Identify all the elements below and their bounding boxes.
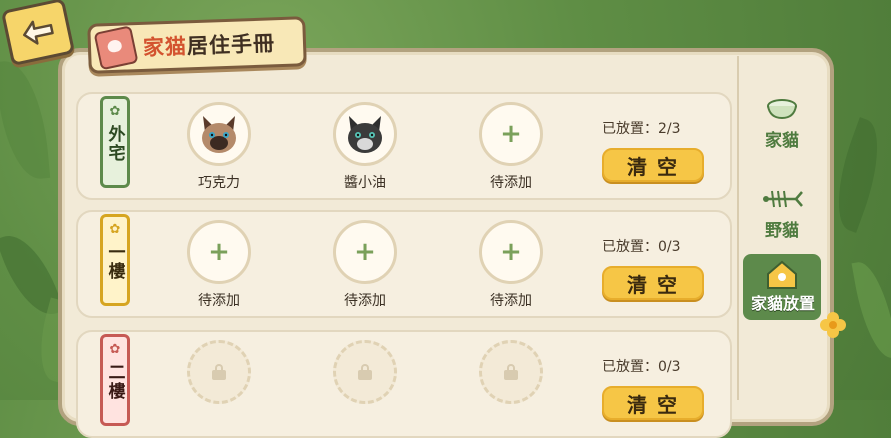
empty-slot[interactable]: + 待添加 xyxy=(184,220,254,310)
plus-icon: + xyxy=(500,237,522,267)
tab-label: 野貓 xyxy=(765,221,799,241)
tab-label: 家貓放置 xyxy=(750,294,815,313)
tab-house-cat-placement[interactable]: 家貓放置 xyxy=(743,254,821,320)
cat-slot[interactable]: 巧克力 xyxy=(184,102,254,192)
room-row: ✿ 一樓 + 待添加 + 待添加 + 待添加 已放置：0/3 清空 xyxy=(76,210,732,318)
plus-icon: + xyxy=(500,119,522,149)
placed-count: 已放置：0/3 xyxy=(602,239,681,255)
lock-icon xyxy=(212,364,226,380)
plus-icon: + xyxy=(208,237,230,267)
room-tag: ✿ 二樓 xyxy=(100,334,130,426)
placed-count: 已放置：2/3 xyxy=(602,121,681,137)
clear-button[interactable]: 清空 xyxy=(602,386,704,420)
background-leaf xyxy=(851,258,891,362)
cat-bowl-icon xyxy=(767,99,797,120)
empty-slot[interactable]: + 待添加 xyxy=(476,220,546,310)
tab-wild-cats[interactable]: 野貓 xyxy=(743,186,821,241)
paw-icon: ✿ xyxy=(109,104,121,119)
locked-slot xyxy=(476,340,546,404)
tab-house-cats[interactable]: 家貓 xyxy=(743,96,821,151)
room-row: ✿ 外宅 巧克力 醬小油 + 待添加 已放置：2/3 清空 xyxy=(76,92,732,200)
empty-slot[interactable]: + 待添加 xyxy=(476,102,546,192)
cat-avatar xyxy=(187,102,251,166)
page-title: 家猫居住手冊 xyxy=(87,16,307,74)
paw-icon: ✿ xyxy=(109,222,121,237)
locked-slot-circle xyxy=(187,340,251,404)
title-part-2: 居住手冊 xyxy=(186,30,276,59)
sidebar: 家貓 野貓 家貓放置 xyxy=(737,56,829,400)
paw-icon: ✿ xyxy=(109,342,121,357)
room-tag: ✿ 外宅 xyxy=(100,96,130,188)
locked-slot xyxy=(330,340,400,404)
fish-bone-icon xyxy=(763,190,803,208)
slot-label: 待添加 xyxy=(344,293,386,309)
back-arrow-icon xyxy=(23,20,54,45)
flower-icon xyxy=(820,312,846,338)
locked-slot-circle xyxy=(479,340,543,404)
clear-button[interactable]: 清空 xyxy=(602,148,704,182)
add-slot-circle: + xyxy=(333,220,397,284)
cat-face-icon xyxy=(202,116,236,153)
house-icon xyxy=(767,260,797,289)
title-part-1: 家猫 xyxy=(142,33,188,60)
clear-button[interactable]: 清空 xyxy=(602,266,704,300)
background-leaf xyxy=(0,58,51,182)
book-icon xyxy=(93,25,139,71)
tab-label: 家貓 xyxy=(765,131,799,151)
cat-slot[interactable]: 醬小油 xyxy=(330,102,400,192)
slot-label: 待添加 xyxy=(198,293,240,309)
slot-label: 待添加 xyxy=(490,293,532,309)
add-slot-circle: + xyxy=(479,220,543,284)
slot-label: 巧克力 xyxy=(198,175,240,191)
locked-slot xyxy=(184,340,254,404)
slot-label: 待添加 xyxy=(490,175,532,191)
plus-icon: + xyxy=(354,237,376,267)
placed-count: 已放置：0/3 xyxy=(602,359,681,375)
add-slot-circle: + xyxy=(479,102,543,166)
room-tag: ✿ 一樓 xyxy=(100,214,130,306)
cat-avatar xyxy=(333,102,397,166)
room-row: ✿ 二樓 已放置：0/3 清空 xyxy=(76,330,732,438)
slot-label: 醬小油 xyxy=(344,175,386,191)
lock-icon xyxy=(358,364,372,380)
cat-face-icon xyxy=(348,116,382,153)
lock-icon xyxy=(504,364,518,380)
locked-slot-circle xyxy=(333,340,397,404)
add-slot-circle: + xyxy=(187,220,251,284)
empty-slot[interactable]: + 待添加 xyxy=(330,220,400,310)
